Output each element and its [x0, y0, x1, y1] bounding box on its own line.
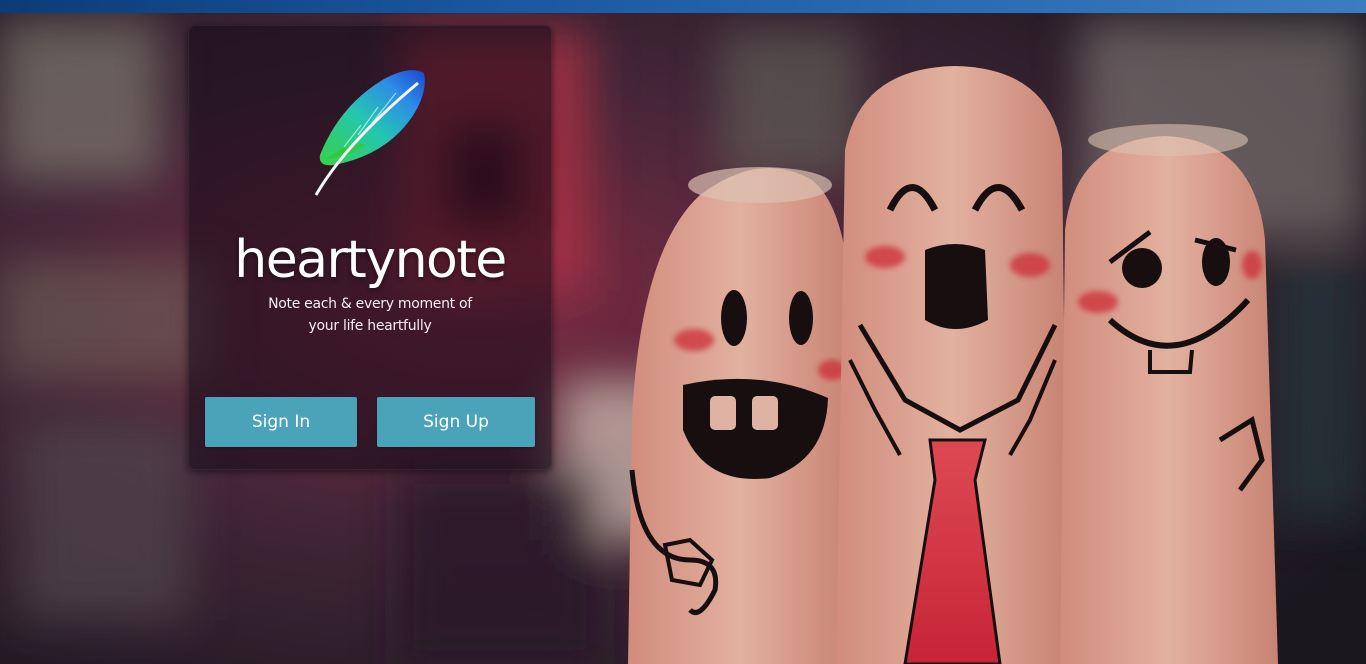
- sign-up-button[interactable]: Sign Up: [377, 397, 535, 447]
- landing-page: heartynote Note each & every moment of y…: [0, 0, 1366, 664]
- tagline-line-1: Note each & every moment of: [268, 296, 472, 312]
- brand-title: heartynote: [234, 230, 507, 290]
- top-bar: [0, 0, 1366, 13]
- tagline: Note each & every moment of your life he…: [250, 293, 490, 337]
- feather-icon: [314, 70, 425, 196]
- tagline-line-2: your life heartfully: [308, 318, 432, 334]
- sign-in-button[interactable]: Sign In: [205, 397, 357, 447]
- welcome-card: heartynote Note each & every moment of y…: [188, 25, 552, 470]
